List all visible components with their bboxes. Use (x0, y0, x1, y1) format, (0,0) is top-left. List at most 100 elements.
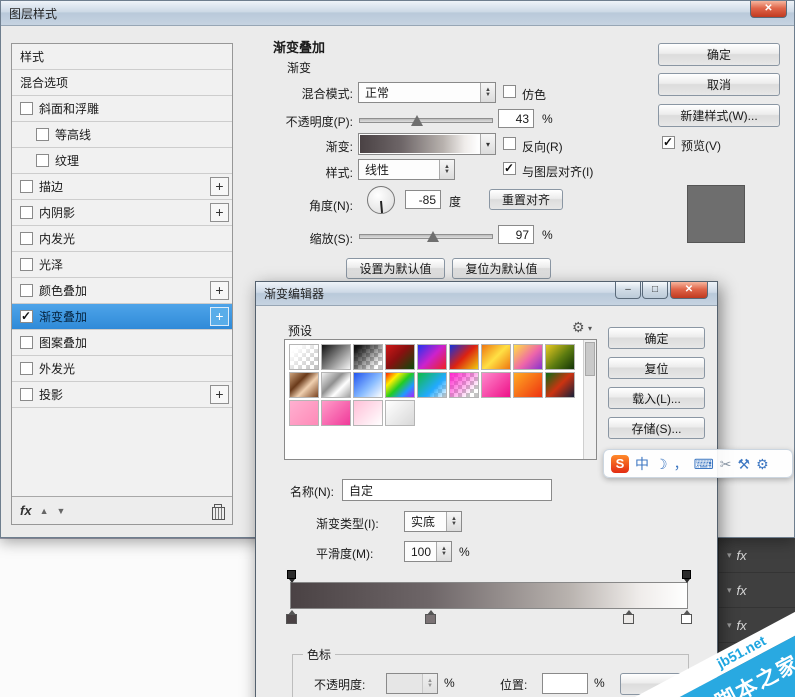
gradient-preset[interactable] (353, 400, 383, 426)
load-button[interactable]: 载入(L)... (608, 387, 705, 409)
maximize-button[interactable]: □ (642, 282, 668, 299)
gradient-preset[interactable] (289, 372, 319, 398)
angle-input[interactable]: -85 (405, 190, 441, 209)
gradient-preset[interactable] (513, 372, 543, 398)
blend-mode-select[interactable]: 正常 (358, 82, 496, 103)
gradient-preset[interactable] (417, 344, 447, 370)
add-effect-icon[interactable]: + (210, 203, 229, 222)
checkbox[interactable] (20, 362, 33, 375)
opacity-slider-thumb[interactable] (411, 115, 423, 126)
gradient-type-select[interactable]: 实底 (404, 511, 462, 532)
gradient-preset[interactable] (321, 344, 351, 370)
reset-default-button[interactable]: 复位为默认值 (452, 258, 551, 279)
preview-checkbox[interactable] (662, 136, 675, 149)
color-stop[interactable] (286, 614, 297, 624)
new-style-button[interactable]: 新建样式(W)... (658, 104, 780, 127)
toolbox-icon[interactable]: ⚒ (738, 457, 751, 471)
add-effect-icon[interactable]: + (210, 307, 229, 326)
sogou-logo-icon[interactable]: S (611, 455, 629, 473)
checkbox[interactable] (20, 284, 33, 297)
dither-checkbox[interactable] (503, 85, 516, 98)
gradient-preset[interactable] (385, 372, 415, 398)
checkbox[interactable] (20, 206, 33, 219)
close-button[interactable]: ✕ (750, 1, 787, 18)
color-stop[interactable] (425, 614, 436, 624)
color-stop[interactable] (681, 614, 692, 624)
sidebar-item-inner-shadow[interactable]: 内阴影 + (12, 200, 232, 226)
soft-keyboard-icon[interactable]: ⌨ (694, 457, 714, 471)
gradient-preset[interactable] (353, 344, 383, 370)
checkbox[interactable] (20, 232, 33, 245)
ok-button[interactable]: 确定 (608, 327, 705, 349)
checkbox[interactable] (36, 154, 49, 167)
gradient-picker[interactable]: ▾ (358, 133, 496, 155)
save-button[interactable]: 存储(S)... (608, 417, 705, 439)
chevron-down-icon[interactable]: ▾ (588, 324, 592, 333)
gear-icon[interactable]: ⚙ (572, 319, 585, 336)
gradient-preset[interactable] (545, 372, 575, 398)
fx-menu-button[interactable]: fx (20, 503, 32, 518)
gradient-preset[interactable] (353, 372, 383, 398)
opacity-input[interactable]: 43 (498, 109, 534, 128)
gradient-preview-bar[interactable] (290, 582, 688, 609)
close-button[interactable]: ✕ (670, 282, 708, 299)
gradient-preset[interactable] (321, 400, 351, 426)
punctuation-mode-icon[interactable]: ， (674, 457, 688, 471)
opacity-slider[interactable] (359, 118, 493, 123)
gradient-preset[interactable] (289, 344, 319, 370)
smoothness-input[interactable]: 100 (404, 541, 452, 562)
sidebar-item-drop-shadow[interactable]: 投影 + (12, 382, 232, 408)
add-effect-icon[interactable]: + (210, 385, 229, 404)
gradient-preset[interactable] (417, 372, 447, 398)
reverse-checkbox[interactable] (503, 137, 516, 150)
gradient-preset[interactable] (481, 344, 511, 370)
scale-slider-thumb[interactable] (427, 231, 439, 242)
checkbox[interactable] (20, 102, 33, 115)
checkbox[interactable] (20, 388, 33, 401)
gradient-preset[interactable] (289, 400, 319, 426)
gradient-preset[interactable] (449, 344, 479, 370)
checkbox[interactable] (36, 128, 49, 141)
gradient-preset[interactable] (513, 344, 543, 370)
style-select[interactable]: 线性 (358, 159, 455, 180)
reset-align-button[interactable]: 重置对齐 (489, 189, 563, 210)
color-stop[interactable] (623, 614, 634, 624)
gradient-preset[interactable] (385, 400, 415, 426)
dropdown-arrow-icon[interactable]: ▾ (480, 134, 495, 154)
align-layer-checkbox[interactable] (503, 162, 516, 175)
screenshot-icon[interactable]: ✂ (720, 457, 732, 471)
checkbox[interactable] (20, 180, 33, 193)
gradient-preset[interactable] (449, 372, 479, 398)
sidebar-item-outer-glow[interactable]: 外发光 (12, 356, 232, 382)
sidebar-item-styles[interactable]: 样式 (12, 44, 232, 70)
checkbox[interactable] (20, 336, 33, 349)
sidebar-item-inner-glow[interactable]: 内发光 (12, 226, 232, 252)
gradient-preset[interactable] (481, 372, 511, 398)
gradient-name-input[interactable]: 自定 (342, 479, 552, 501)
settings-wrench-icon[interactable]: ⚙ (756, 457, 769, 471)
gradient-preset[interactable] (321, 372, 351, 398)
reset-button[interactable]: 复位 (608, 357, 705, 379)
sidebar-item-gradient-overlay[interactable]: 渐变叠加 + (12, 304, 232, 330)
layer-effects-row[interactable]: ▾ fx (719, 573, 795, 608)
delete-effect-icon[interactable] (211, 504, 224, 518)
sidebar-item-texture[interactable]: 纹理 (12, 148, 232, 174)
move-up-icon[interactable]: ▲ (40, 506, 49, 516)
scrollbar-thumb[interactable] (585, 342, 595, 376)
sidebar-item-color-overlay[interactable]: 颜色叠加 + (12, 278, 232, 304)
angle-dial[interactable] (367, 186, 395, 214)
sidebar-item-bevel-emboss[interactable]: 斜面和浮雕 (12, 96, 232, 122)
gradient-preset[interactable] (545, 344, 575, 370)
opacity-stop[interactable] (682, 570, 691, 579)
sidebar-item-satin[interactable]: 光泽 (12, 252, 232, 278)
layer-style-titlebar[interactable]: 图层样式 (1, 1, 794, 26)
stop-opacity-input[interactable] (386, 673, 438, 694)
sidebar-item-stroke[interactable]: 描边 + (12, 174, 232, 200)
opacity-stop[interactable] (287, 570, 296, 579)
chinese-input-icon[interactable]: 中 (635, 457, 649, 471)
checkbox[interactable] (20, 258, 33, 271)
add-effect-icon[interactable]: + (210, 281, 229, 300)
gradient-preset[interactable] (385, 344, 415, 370)
fullwidth-mode-icon[interactable]: ☽ (655, 457, 668, 471)
presets-scrollbar[interactable] (583, 340, 596, 459)
